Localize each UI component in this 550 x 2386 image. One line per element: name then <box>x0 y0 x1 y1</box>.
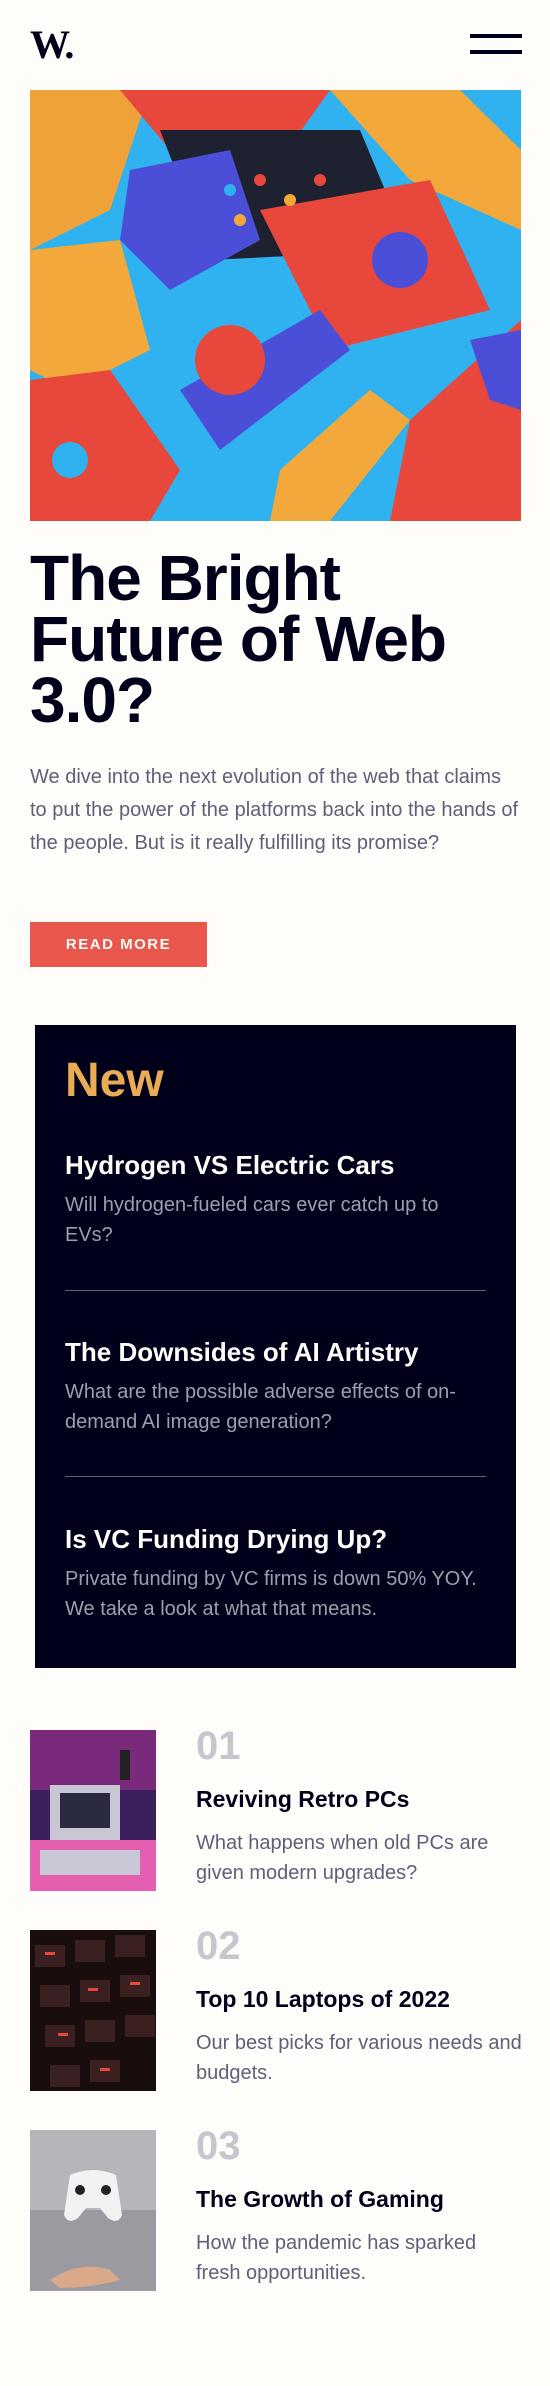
article-title[interactable]: Reviving Retro PCs <box>196 1786 409 1813</box>
new-item-title[interactable]: The Downsides of AI Artistry <box>65 1335 486 1369</box>
read-more-button[interactable]: READ MORE <box>30 922 207 967</box>
new-item-description: Will hydrogen-fueled cars ever catch up … <box>65 1194 439 1246</box>
article-card[interactable]: 03 The Growth of Gaming How the pandemic… <box>30 2124 522 2291</box>
menu-bar <box>470 50 522 54</box>
article-number: 03 <box>196 2124 241 2168</box>
article-title[interactable]: The Growth of Gaming <box>196 2186 444 2213</box>
site-logo[interactable]: W. <box>30 21 74 68</box>
divider <box>65 1290 486 1291</box>
abstract-3d-blocks-illustration <box>30 90 521 521</box>
new-item[interactable]: Hydrogen VS Electric Cars Will hydrogen-… <box>65 1148 486 1250</box>
article-card[interactable]: 02 Top 10 Laptops of 2022 Our best picks… <box>30 1924 522 2091</box>
laptop-keyboard-thumbnail-image <box>30 1930 156 2091</box>
article-description: Our best picks for various needs and bud… <box>196 2032 522 2084</box>
hero-description: We dive into the next evolution of the w… <box>30 766 519 854</box>
new-item-title[interactable]: Is VC Funding Drying Up? <box>65 1522 486 1556</box>
new-item[interactable]: Is VC Funding Drying Up? Private funding… <box>65 1522 486 1624</box>
menu-bar <box>470 34 522 38</box>
new-item[interactable]: The Downsides of AI Artistry What are th… <box>65 1335 486 1437</box>
article-card[interactable]: 01 Reviving Retro PCs What happens when … <box>30 1724 522 1891</box>
new-item-title[interactable]: Hydrogen VS Electric Cars <box>65 1148 486 1182</box>
hero-image <box>30 90 521 521</box>
article-description: What happens when old PCs are given mode… <box>196 1832 489 1884</box>
new-section-title: New <box>65 1054 164 1107</box>
hamburger-menu-icon[interactable] <box>470 29 522 59</box>
game-controller-thumbnail[interactable] <box>30 2130 156 2291</box>
new-articles-panel: New Hydrogen VS Electric Cars Will hydro… <box>35 1025 516 1668</box>
retro-pc-thumbnail-image <box>30 1730 156 1891</box>
new-item-description: Private funding by VC firms is down 50% … <box>65 1568 477 1620</box>
game-controller-thumbnail-image <box>30 2130 156 2291</box>
hero-title: The Bright Future of Web 3.0? <box>30 542 447 736</box>
new-item-description: What are the possible adverse effects of… <box>65 1381 456 1433</box>
article-description: How the pandemic has sparked fresh oppor… <box>196 2232 477 2284</box>
divider <box>65 1476 486 1477</box>
article-number: 02 <box>196 1924 241 1968</box>
site-header: W. <box>30 22 522 67</box>
article-number: 01 <box>196 1724 241 1768</box>
article-title[interactable]: Top 10 Laptops of 2022 <box>196 1986 450 2013</box>
retro-pc-thumbnail[interactable] <box>30 1730 156 1891</box>
laptop-keyboard-thumbnail[interactable] <box>30 1930 156 2091</box>
